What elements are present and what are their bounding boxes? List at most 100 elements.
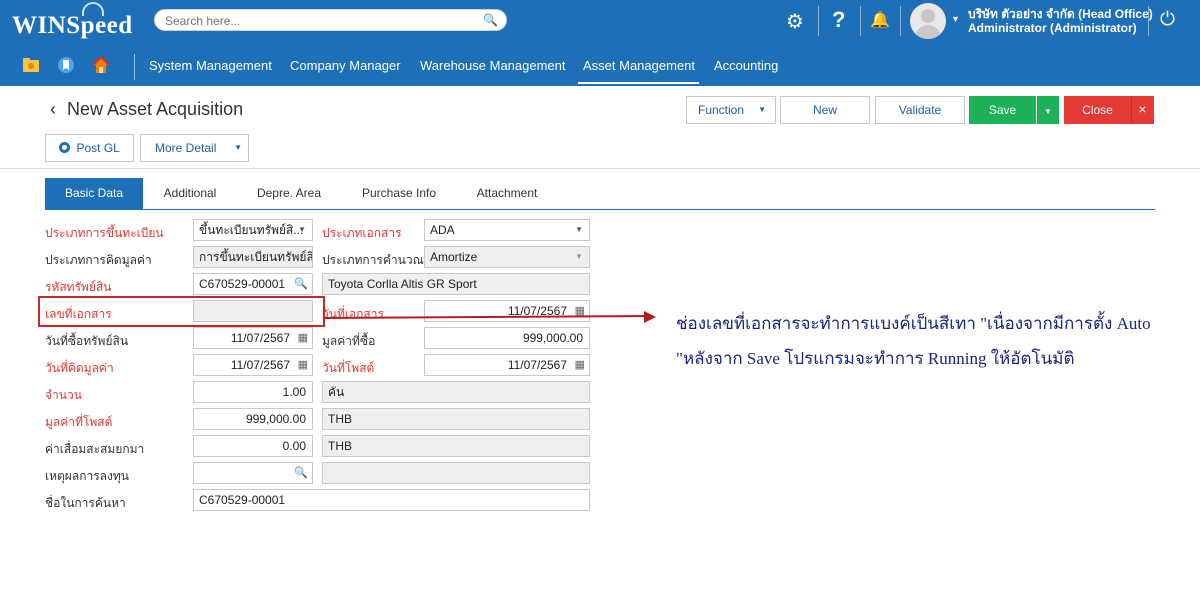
gear-icon[interactable]: ⚙: [786, 9, 804, 34]
divider: [818, 6, 819, 36]
save-options-button[interactable]: ▼: [1037, 96, 1059, 124]
search-icon[interactable]: 🔍: [294, 463, 308, 483]
doc-type-label: ประเภทเอกสาร: [322, 226, 402, 240]
doc-date-field[interactable]: 11/07/2567 ▦: [424, 300, 590, 322]
purchase-value-label: มูลค่าที่ซื้อ: [322, 334, 376, 348]
calendar-icon[interactable]: ▦: [298, 355, 308, 375]
close-icon[interactable]: ×: [1131, 96, 1154, 124]
more-detail-button[interactable]: More Detail ▼: [140, 134, 249, 162]
tab-additional[interactable]: Additional: [149, 178, 231, 209]
calc-type-select: Amortize ▼: [424, 246, 590, 268]
post-date-field[interactable]: 11/07/2567 ▦: [424, 354, 590, 376]
accum-depre-label: ค่าเสื่อมสะสมยกมา: [45, 442, 145, 456]
tab-underline: [45, 209, 1155, 210]
nav-system-management[interactable]: System Management: [149, 58, 272, 73]
header-divider: [0, 168, 1200, 169]
qty-field[interactable]: 1.00: [193, 381, 313, 403]
power-icon[interactable]: ⏻: [1160, 9, 1175, 31]
chevron-down-icon: ▼: [298, 225, 306, 234]
asset-code-value: C670529-00001: [199, 277, 286, 291]
search-icon[interactable]: 🔍: [483, 13, 498, 27]
nav-divider: [134, 54, 135, 80]
chevron-down-icon: ▼: [234, 143, 242, 152]
post-gl-icon: [59, 142, 71, 153]
bell-icon[interactable]: 🔔: [870, 10, 890, 30]
calendar-icon[interactable]: ▦: [575, 301, 585, 321]
logo-cloud-icon: [82, 2, 104, 16]
tab-purchase-info[interactable]: Purchase Info: [351, 178, 447, 209]
avatar-body-icon: [915, 25, 941, 39]
purchase-value-field[interactable]: 999,000.00: [424, 327, 590, 349]
tab-attachment[interactable]: Attachment: [465, 178, 549, 209]
back-chevron-icon[interactable]: ‹: [50, 99, 56, 120]
post-date-value: 11/07/2567: [507, 358, 567, 372]
function-button[interactable]: Function ▼: [686, 96, 776, 124]
top-bar: WINSpeed 🔍 ⚙ ? 🔔 ▼ บริษัท ตัวอย่าง จำกัด…: [0, 0, 1200, 86]
home-icon[interactable]: [92, 56, 110, 74]
purchase-date-field[interactable]: 11/07/2567 ▦: [193, 327, 313, 349]
arrow-head-icon: [644, 311, 656, 323]
tab-depre-area[interactable]: Depre. Area: [245, 178, 333, 209]
annotation-line-2: "หลังจาก Save โปรแกรมจะทำการ Running ให้…: [676, 349, 1075, 368]
divider: [900, 6, 901, 36]
accum-depre-field[interactable]: 0.00: [193, 435, 313, 457]
validate-button[interactable]: Validate: [875, 96, 965, 124]
post-value-field[interactable]: 999,000.00: [193, 408, 313, 430]
doc-date-label: วันที่เอกสาร: [322, 307, 384, 321]
valuation-type-label: ประเภทการคิดมูลค่า: [45, 253, 152, 267]
reg-type-label: ประเภทการขึ้นทะเบียน: [45, 226, 164, 240]
unit-field: คัน: [322, 381, 590, 403]
annotation-line-1: ช่องเลขที่เอกสารจะทำการแบงค์เป็นสีเทา "เ…: [676, 314, 1151, 333]
chevron-down-icon: ▼: [758, 105, 766, 114]
accum-depre-currency-field: THB: [322, 435, 590, 457]
bookmark-icon[interactable]: [57, 56, 75, 74]
folder-icon[interactable]: [22, 56, 40, 74]
doc-type-select[interactable]: ADA ▼: [424, 219, 590, 241]
invest-reason-field[interactable]: 🔍: [193, 462, 313, 484]
save-button[interactable]: Save: [969, 96, 1036, 124]
purchase-date-value: 11/07/2567: [230, 331, 290, 345]
tab-basic-data[interactable]: Basic Data: [45, 178, 143, 209]
highlight-box: [38, 296, 325, 327]
avatar-head-icon: [921, 9, 935, 23]
close-button[interactable]: Close: [1064, 96, 1131, 124]
post-value-label: มูลค่าที่โพสต์: [45, 415, 113, 429]
asset-code-field[interactable]: C670529-00001 🔍: [193, 273, 313, 295]
nav-asset-management[interactable]: Asset Management: [583, 58, 695, 73]
divider: [1148, 6, 1149, 36]
valuation-date-field[interactable]: 11/07/2567 ▦: [193, 354, 313, 376]
search-name-field[interactable]: C670529-00001: [193, 489, 590, 511]
calendar-icon[interactable]: ▦: [298, 328, 308, 348]
search-input[interactable]: [165, 13, 475, 29]
nav-warehouse-management[interactable]: Warehouse Management: [420, 58, 566, 73]
search-name-label: ชื่อในการค้นหา: [45, 496, 126, 510]
calc-type-value: Amortize: [430, 250, 478, 264]
help-icon[interactable]: ?: [832, 7, 845, 33]
valuation-date-label: วันที่คิดมูลค่า: [45, 361, 114, 375]
divider: [860, 6, 861, 36]
purchase-date-label: วันที่ซื้อทรัพย์สิน: [45, 334, 129, 348]
valuation-type-field: การขึ้นทะเบียนทรัพย์สิ: [193, 246, 313, 268]
chevron-down-icon[interactable]: ▼: [951, 14, 960, 24]
reg-type-select[interactable]: ขึ้นทะเบียนทรัพย์สิ... ▼: [193, 219, 313, 241]
reg-type-value: ขึ้นทะเบียนทรัพย์สิ...: [199, 223, 304, 237]
search-icon[interactable]: 🔍: [294, 274, 308, 294]
user-name: Administrator (Administrator): [968, 21, 1137, 35]
new-button[interactable]: New: [780, 96, 870, 124]
global-search[interactable]: 🔍: [154, 9, 507, 31]
post-value-currency-field: THB: [322, 408, 590, 430]
nav-accounting[interactable]: Accounting: [714, 58, 778, 73]
calendar-icon[interactable]: ▦: [575, 355, 585, 375]
more-detail-label: More Detail: [155, 141, 217, 155]
nav-active-indicator: [578, 82, 699, 84]
main-nav: System Management Company Manager Wareho…: [0, 46, 1200, 86]
post-date-label: วันที่โพสต์: [322, 361, 375, 375]
nav-company-manager[interactable]: Company Manager: [290, 58, 401, 73]
avatar[interactable]: [910, 3, 946, 39]
invest-reason-desc-field: [322, 462, 590, 484]
chevron-down-icon: ▼: [575, 252, 583, 261]
post-gl-button[interactable]: Post GL: [45, 134, 134, 162]
chevron-down-icon: ▼: [575, 225, 583, 234]
asset-name-field: Toyota Corlla Altis GR Sport: [322, 273, 590, 295]
function-button-label: Function: [698, 103, 745, 117]
